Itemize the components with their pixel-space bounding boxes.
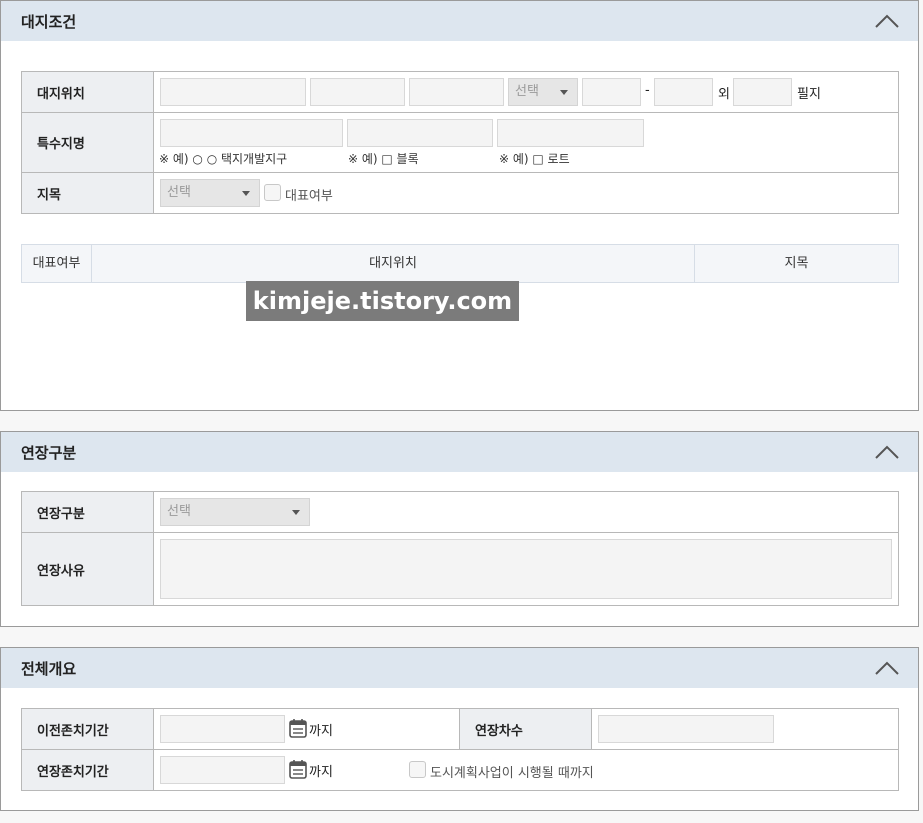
lot-dash: -	[645, 83, 650, 98]
ext-count-input[interactable]	[598, 715, 774, 743]
land-category-cell: 선택 대표여부	[153, 172, 899, 214]
extension-form-table: 연장구분 선택 연장사유	[21, 491, 899, 606]
site-conditions-title: 대지조건	[21, 13, 77, 31]
extension-type-label: 연장구분	[21, 491, 154, 533]
collapse-chevron-up-icon[interactable]	[874, 13, 900, 29]
lot-unit-label: 필지	[797, 87, 821, 102]
prev-period-until: 까지	[309, 724, 333, 739]
representative-checkbox-label: 대표여부	[285, 189, 333, 204]
location-input-1[interactable]	[160, 78, 306, 106]
lot-sub-number-input[interactable]	[654, 78, 713, 106]
site-list-header: 대표여부 대지위치 지목	[21, 244, 899, 283]
extension-reason-textarea[interactable]	[160, 539, 892, 599]
urban-plan-checkbox-label: 도시계획사업이 시행될 때까지	[430, 766, 594, 781]
land-category-select[interactable]: 선택	[160, 179, 260, 207]
lot-count-input[interactable]	[733, 78, 792, 106]
extension-reason-cell	[153, 532, 899, 606]
dropdown-arrow-icon	[242, 191, 250, 196]
ext-count-cell	[591, 708, 899, 750]
location-select[interactable]: 선택	[508, 78, 578, 106]
special-name-hint-3: ※ 예) □ 로트	[499, 152, 570, 166]
list-col-land-category: 지목	[784, 256, 809, 271]
special-name-hint-2: ※ 예) □ 블록	[348, 152, 419, 166]
special-name-label: 특수지명	[21, 112, 154, 173]
location-input-3[interactable]	[409, 78, 504, 106]
overview-title: 전체개요	[21, 660, 77, 678]
lot-main-number-input[interactable]	[582, 78, 641, 106]
location-label: 대지위치	[21, 71, 154, 113]
extension-type-select-value: 선택	[167, 504, 191, 519]
overview-panel: 전체개요 이전존치기간 까지 연장차수 연장존치기간 까지 도시계획사업이 시행…	[0, 647, 919, 811]
extension-header: 연장구분	[1, 432, 918, 472]
location-cell: 선택 - 외 필지	[153, 71, 899, 113]
extension-type-select[interactable]: 선택	[160, 498, 310, 526]
calendar-icon[interactable]	[289, 759, 307, 779]
dropdown-arrow-icon	[560, 90, 568, 95]
urban-plan-checkbox[interactable]	[409, 761, 426, 778]
site-form-table: 대지위치 선택 - 외 필지 특수지명 ※ 예) ○ ○ 택지개발지구 ※ 예)…	[21, 71, 899, 214]
prev-period-date-input[interactable]	[160, 715, 285, 743]
representative-checkbox[interactable]	[264, 184, 281, 201]
outside-label: 외	[718, 87, 730, 102]
dropdown-arrow-icon	[292, 510, 300, 515]
extension-reason-label: 연장사유	[21, 532, 154, 606]
site-conditions-header: 대지조건	[1, 1, 918, 41]
site-conditions-panel: 대지조건 대지위치 선택 - 외 필지 특수지명 ※ 예) ○ ○ 택지개발지구…	[0, 0, 919, 411]
calendar-icon[interactable]	[289, 718, 307, 738]
ext-period-until: 까지	[309, 765, 333, 780]
extension-title: 연장구분	[21, 444, 77, 462]
special-name-input-3[interactable]	[497, 119, 644, 147]
special-name-cell: ※ 예) ○ ○ 택지개발지구 ※ 예) □ 블록 ※ 예) □ 로트	[153, 112, 899, 173]
ext-count-label: 연장차수	[459, 708, 592, 750]
land-category-select-value: 선택	[167, 185, 191, 200]
location-select-value: 선택	[515, 84, 539, 99]
watermark: kimjeje.tistory.com	[246, 281, 519, 321]
collapse-chevron-up-icon[interactable]	[874, 444, 900, 460]
location-input-2[interactable]	[310, 78, 405, 106]
special-name-input-2[interactable]	[347, 119, 493, 147]
ext-period-date-input[interactable]	[160, 756, 285, 784]
ext-period-label: 연장존치기간	[21, 749, 154, 791]
ext-period-cell: 까지 도시계획사업이 시행될 때까지	[153, 749, 899, 791]
extension-panel: 연장구분 연장구분 선택 연장사유	[0, 431, 919, 627]
prev-period-cell: 까지	[153, 708, 460, 750]
special-name-hint-1: ※ 예) ○ ○ 택지개발지구	[159, 152, 288, 166]
overview-form-table: 이전존치기간 까지 연장차수 연장존치기간 까지 도시계획사업이 시행될 때까지	[21, 708, 899, 791]
special-name-input-1[interactable]	[160, 119, 343, 147]
list-col-location: 대지위치	[92, 245, 695, 282]
list-col-representative: 대표여부	[22, 245, 92, 282]
overview-header: 전체개요	[1, 648, 918, 688]
land-category-label: 지목	[21, 172, 154, 214]
prev-period-label: 이전존치기간	[21, 708, 154, 750]
collapse-chevron-up-icon[interactable]	[874, 660, 900, 676]
extension-type-cell: 선택	[153, 491, 899, 533]
